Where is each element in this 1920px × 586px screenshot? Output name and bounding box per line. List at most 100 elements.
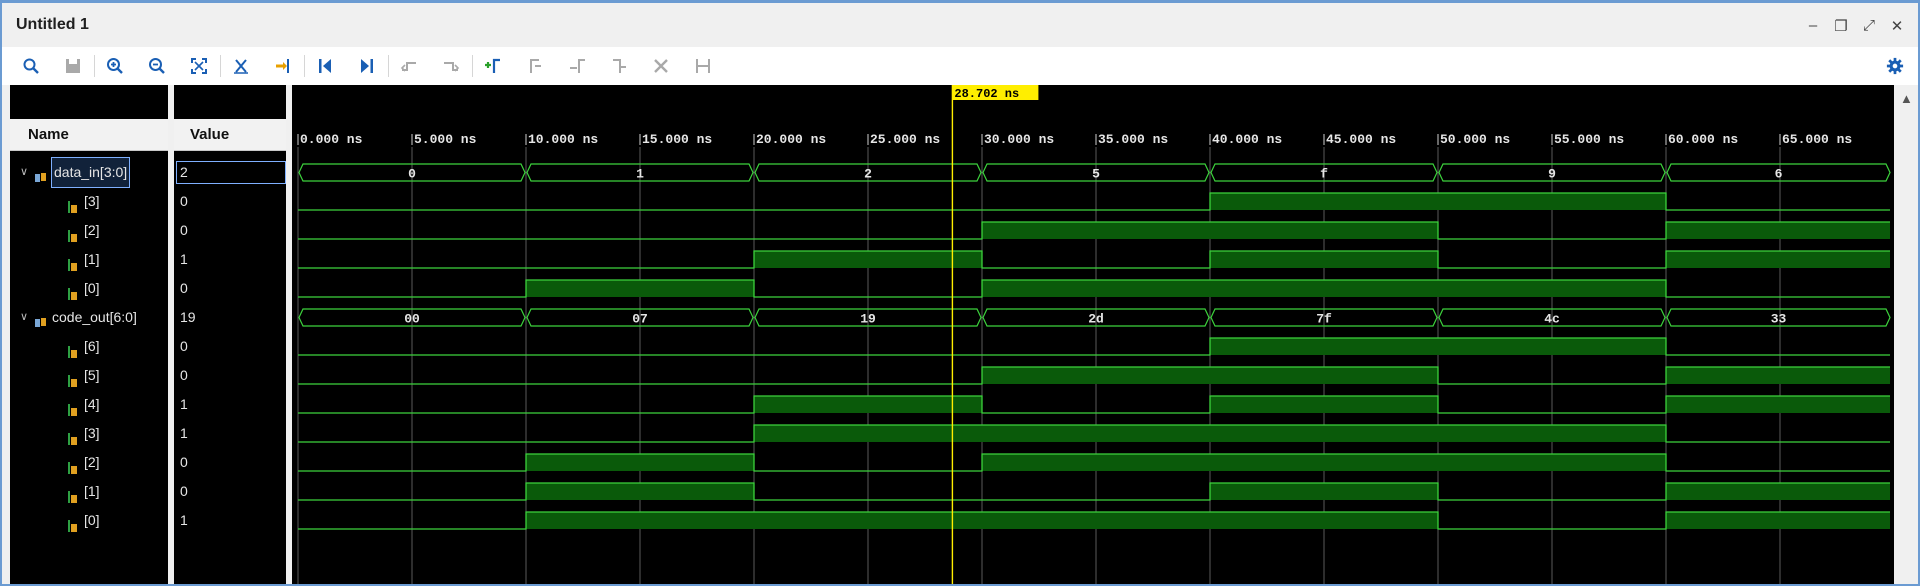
snap-button[interactable] xyxy=(690,53,716,79)
bit-high-fill xyxy=(1210,338,1438,355)
signal-bit-row[interactable]: [6] xyxy=(10,332,168,361)
bus-value-label: 4c xyxy=(1544,312,1560,327)
ruler-tick-label: 30.000 ns xyxy=(984,132,1054,147)
zoom-in-button[interactable] xyxy=(102,53,128,79)
bit-signal-icon xyxy=(66,398,80,416)
bit-high-fill xyxy=(526,280,754,297)
signal-bit-row[interactable]: [1] xyxy=(10,245,168,274)
signal-bit-row[interactable]: [3] xyxy=(10,187,168,216)
signal-value-row[interactable]: 0 xyxy=(174,477,286,506)
bus-value-label: 19 xyxy=(860,312,876,327)
signal-value-row[interactable]: 1 xyxy=(174,506,286,535)
signal-value-row[interactable]: 1 xyxy=(174,419,286,448)
next-transition-button[interactable] xyxy=(438,53,464,79)
ruler-tick-label: 45.000 ns xyxy=(1326,132,1396,147)
bus-value-label: 9 xyxy=(1548,167,1556,182)
bit-high-fill xyxy=(1666,512,1890,529)
bit-high-fill xyxy=(754,251,982,268)
name-column-header[interactable]: Name xyxy=(10,119,168,151)
search-button[interactable] xyxy=(18,53,44,79)
signal-value-row[interactable]: 0 xyxy=(174,361,286,390)
signal-value: 1 xyxy=(180,425,188,441)
bit-wave xyxy=(298,250,1890,269)
bit-signal-icon xyxy=(66,340,80,358)
waveform-canvas[interactable]: 0.000 ns 5.000 ns 10.000 ns 15.000 ns 20.000… xyxy=(292,85,1898,586)
bus-value-label: 00 xyxy=(404,312,420,327)
bit-signal-icon xyxy=(66,195,80,213)
bit-high-fill xyxy=(982,425,1210,442)
next-marker-button[interactable] xyxy=(564,53,590,79)
zoom-out-button[interactable] xyxy=(144,53,170,79)
go-to-end-button[interactable] xyxy=(354,53,380,79)
signal-group-row[interactable]: ∨ code_out[6:0] xyxy=(10,303,168,332)
previous-marker-button[interactable] xyxy=(522,53,548,79)
zoom-fit-button[interactable] xyxy=(186,53,212,79)
signal-value-row[interactable]: 0 xyxy=(174,274,286,303)
bit-high-fill xyxy=(754,512,982,529)
bit-signal-icon xyxy=(66,485,80,503)
ruler-tick-label: 20.000 ns xyxy=(756,132,826,147)
signal-value: 2 xyxy=(180,164,188,180)
bus-value-label: 6 xyxy=(1775,167,1783,182)
restore-icon[interactable]: ❐ xyxy=(1832,17,1850,35)
signal-value-row[interactable]: 0 xyxy=(174,448,286,477)
signal-value-row[interactable]: 0 xyxy=(174,216,286,245)
swap-cursors-button[interactable] xyxy=(606,53,632,79)
prev-transition-icon xyxy=(400,62,416,72)
chevron-down-icon[interactable]: ∨ xyxy=(20,158,28,187)
signal-value-row[interactable]: 19 xyxy=(174,303,286,332)
ruler-tick-label: 10.000 ns xyxy=(528,132,598,147)
chevron-down-icon[interactable]: ∨ xyxy=(20,303,28,332)
signal-value-row[interactable]: 1 xyxy=(174,245,286,274)
add-marker-button[interactable] xyxy=(270,53,296,79)
signal-value-row[interactable]: 2 xyxy=(174,158,286,187)
waveform-area[interactable]: 0.000 ns 5.000 ns 10.000 ns 15.000 ns 20.000… xyxy=(292,85,1898,586)
scroll-up-icon[interactable]: ▲ xyxy=(1900,91,1913,106)
float-icon[interactable]: ⤢ xyxy=(1860,17,1878,35)
signal-name: [0] xyxy=(84,512,100,528)
signal-names-panel: Name ∨ data_in[3:0] [3] [2] [1] [0] ∨ code_out[… xyxy=(10,85,168,584)
signal-name: data_in[3:0] xyxy=(50,157,131,188)
waveform-window: Untitled 1 – ❐ ⤢ ✕ Name ∨ data_in[3:0] [3] [2]… xyxy=(0,0,1920,586)
signal-bit-row[interactable]: [2] xyxy=(10,216,168,245)
vertical-scrollbar[interactable]: ▲ xyxy=(1894,85,1918,584)
ruler-tick-label: 5.000 ns xyxy=(414,132,477,147)
bit-high-fill xyxy=(1666,367,1890,384)
signal-bit-row[interactable]: [3] xyxy=(10,419,168,448)
signal-value-row[interactable]: 0 xyxy=(174,332,286,361)
bit-high-fill xyxy=(982,222,1210,239)
bit-high-fill xyxy=(1438,280,1666,297)
ruler-tick-label: 55.000 ns xyxy=(1554,132,1624,147)
close-icon[interactable]: ✕ xyxy=(1888,17,1906,35)
value-column-header[interactable]: Value xyxy=(174,119,286,151)
signal-bit-row[interactable]: [0] xyxy=(10,274,168,303)
bit-high-fill xyxy=(526,483,754,500)
signal-group-row[interactable]: ∨ data_in[3:0] xyxy=(10,157,168,188)
bit-signal-icon xyxy=(66,224,80,242)
ruler-tick-label: 35.000 ns xyxy=(1098,132,1168,147)
minimize-icon[interactable]: – xyxy=(1804,17,1822,35)
signal-value-row[interactable]: 0 xyxy=(174,187,286,216)
signal-bit-row[interactable]: [4] xyxy=(10,390,168,419)
signal-bit-row[interactable]: [2] xyxy=(10,448,168,477)
prev-marker-icon xyxy=(530,59,541,73)
signal-name: [4] xyxy=(84,396,100,412)
go-to-start-button[interactable] xyxy=(312,53,338,79)
value-selection-box xyxy=(176,161,286,184)
bus-value-label: 1 xyxy=(636,167,644,182)
add-marker-plus-button[interactable] xyxy=(480,53,506,79)
bus-value-label: 7f xyxy=(1316,312,1332,327)
settings-button[interactable] xyxy=(1882,53,1908,79)
signal-name: [2] xyxy=(84,222,100,238)
cursor-to-zero-button[interactable] xyxy=(228,53,254,79)
signal-value-row[interactable]: 1 xyxy=(174,390,286,419)
save-button[interactable] xyxy=(60,53,86,79)
signal-bit-row[interactable]: [0] xyxy=(10,506,168,535)
bit-high-fill xyxy=(982,454,1210,471)
signal-bit-row[interactable]: [5] xyxy=(10,361,168,390)
bit-high-fill xyxy=(1210,512,1438,529)
signal-bit-row[interactable]: [1] xyxy=(10,477,168,506)
delete-button[interactable] xyxy=(648,53,674,79)
previous-transition-button[interactable] xyxy=(396,53,422,79)
toolbar-separator xyxy=(472,55,473,77)
